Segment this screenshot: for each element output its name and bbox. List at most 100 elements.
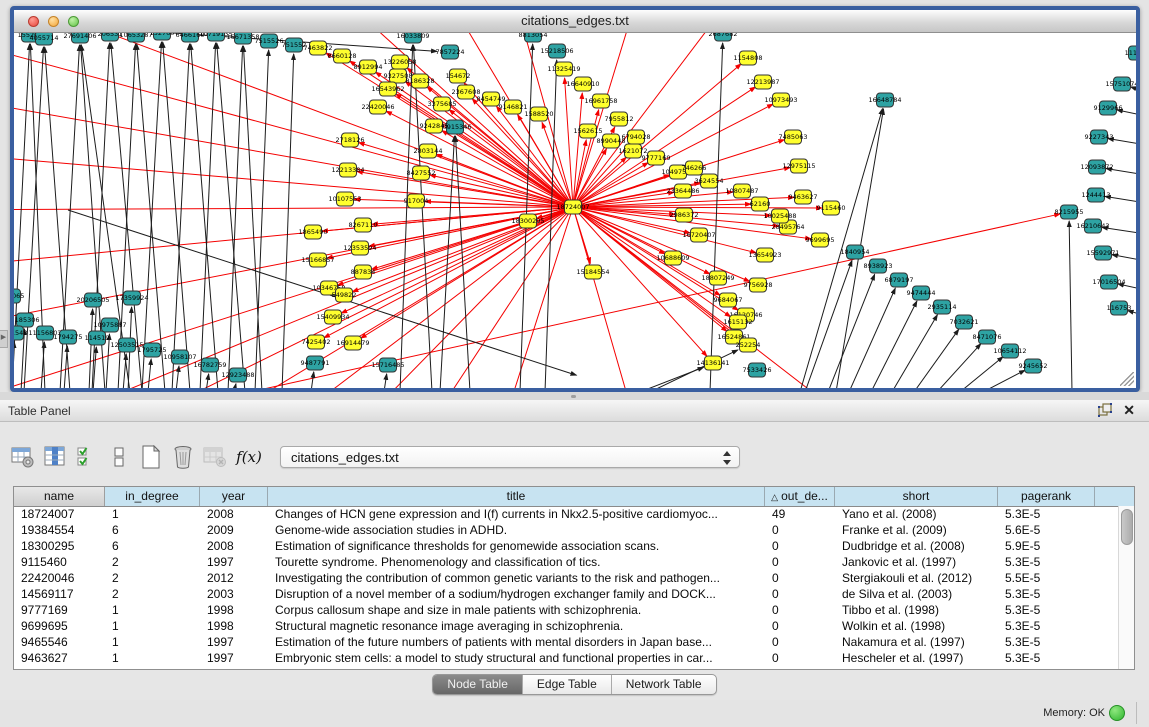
graph-node[interactable]: 7032621 [950, 315, 979, 329]
graph-node[interactable]: 16640910 [566, 77, 599, 91]
table-cell[interactable]: Hescheler et al. (1997) [835, 650, 998, 666]
graph-node[interactable]: 11325419 [547, 62, 580, 76]
table-cell[interactable]: Jankovic et al. (1997) [835, 554, 998, 570]
graph-node[interactable]: 8471076 [973, 330, 1002, 344]
table-cell[interactable]: 5.3E-5 [998, 506, 1095, 522]
table-cell[interactable]: 19384554 [14, 522, 105, 538]
table-cell[interactable]: Dudbridge et al. (2008) [835, 538, 998, 554]
table-cell[interactable]: 1997 [200, 650, 268, 666]
graph-node[interactable]: 16210643 [1076, 219, 1109, 233]
graph-node[interactable]: 2986372 [670, 208, 699, 222]
graph-node[interactable]: 16033809 [396, 33, 429, 43]
table-cell[interactable]: 0 [765, 618, 835, 634]
graph-node[interactable]: 10973493 [764, 93, 797, 107]
table-cell[interactable]: 6 [105, 538, 200, 554]
table-cell[interactable]: 9699695 [14, 618, 105, 634]
table-row[interactable]: 1872400712008Changes of HCN gene express… [14, 506, 1119, 522]
graph-node[interactable]: 1794275 [54, 330, 83, 344]
graph-node[interactable]: 2718126 [336, 133, 365, 147]
graph-node[interactable]: 17359924 [115, 291, 148, 305]
graph-node[interactable]: 15184554 [576, 265, 609, 279]
table-cell[interactable]: 6 [105, 522, 200, 538]
table-cell[interactable]: 2 [105, 570, 200, 586]
table-cell[interactable]: Wolkin et al. (1998) [835, 618, 998, 634]
table-cell[interactable]: 0 [765, 570, 835, 586]
split-handle[interactable] [0, 392, 1149, 400]
table-cell[interactable]: 5.9E-5 [998, 538, 1095, 554]
graph-node[interactable]: 16648784 [868, 93, 901, 107]
table-row[interactable]: 977716911998Corpus callosum shape and si… [14, 602, 1119, 618]
table-cell[interactable]: de Silva et al. (2003) [835, 586, 998, 602]
graph-node[interactable]: 9756928 [744, 278, 773, 292]
table-cell[interactable]: Structural magnetic resonance image aver… [268, 618, 765, 634]
table-row[interactable]: 946362711997Embryonic stem cells: a mode… [14, 650, 1119, 666]
table-cell[interactable]: 1998 [200, 618, 268, 634]
graph-node[interactable]: 2935114 [928, 300, 957, 314]
graph-node[interactable]: 154672 [446, 69, 471, 83]
graph-node[interactable]: 12975115 [782, 159, 815, 173]
table-cell[interactable]: 0 [765, 602, 835, 618]
graph-node[interactable]: 746266 [682, 161, 707, 175]
table-cell[interactable]: 0 [765, 586, 835, 602]
graph-node[interactable]: 10653287 [119, 33, 152, 42]
table-cell[interactable]: 9463627 [14, 650, 105, 666]
table-row[interactable]: 946554611997Estimation of the future num… [14, 634, 1119, 650]
graph-node[interactable]: 12213987 [746, 75, 779, 89]
graph-node[interactable]: 12093872 [1080, 160, 1113, 174]
table-cell[interactable]: 9465546 [14, 634, 105, 650]
graph-node[interactable]: 7857224 [436, 45, 465, 59]
delete-columns-button[interactable] [170, 444, 196, 470]
table-selector-dropdown[interactable]: citations_edges.txt [280, 446, 740, 468]
column-header-pagerank[interactable]: pagerank [998, 487, 1095, 506]
table-cell[interactable]: Investigating the contribution of common… [268, 570, 765, 586]
graph-node[interactable]: 391548 [14, 326, 27, 340]
graph-node[interactable]: 152760 [150, 33, 175, 40]
graph-node[interactable]: 262065 [14, 289, 24, 303]
table-cell[interactable]: 0 [765, 522, 835, 538]
graph-node[interactable]: 6879197 [885, 273, 914, 287]
table-cell[interactable]: 2009 [200, 522, 268, 538]
table-cell[interactable]: 0 [765, 634, 835, 650]
graph-node[interactable]: 1865490 [299, 225, 328, 239]
table-mode-button[interactable] [10, 444, 36, 470]
table-row[interactable]: 1938455462009Genome-wide association stu… [14, 522, 1119, 538]
graph-node[interactable]: 10958107 [163, 350, 196, 364]
table-cell[interactable]: 0 [765, 650, 835, 666]
graph-node[interactable]: 114519 [85, 331, 110, 345]
table-cell[interactable]: 2008 [200, 506, 268, 522]
table-row[interactable]: 2242004622012Investigating the contribut… [14, 570, 1119, 586]
table-cell[interactable]: Estimation of the future numbers of pati… [268, 634, 765, 650]
table-cell[interactable]: 5.3E-5 [998, 650, 1095, 666]
graph-node[interactable]: 27691406 [63, 33, 96, 43]
table-cell[interactable]: 18724007 [14, 506, 105, 522]
table-cell[interactable]: 5.3E-5 [998, 634, 1095, 650]
table-cell[interactable]: 1 [105, 618, 200, 634]
table-cell[interactable]: 18300295 [14, 538, 105, 554]
table-cell[interactable]: 5.6E-5 [998, 522, 1095, 538]
graph-node[interactable]: 9474444 [907, 286, 936, 300]
graph-node[interactable]: 15166857 [301, 253, 334, 267]
table-cell[interactable]: 1997 [200, 554, 268, 570]
graph-node[interactable]: 9777169 [642, 151, 671, 165]
graph-node[interactable]: 2687682 [709, 33, 738, 41]
table-cell[interactable]: 2008 [200, 538, 268, 554]
table-row[interactable]: 1456911722003Disruption of a novel membe… [14, 586, 1119, 602]
table-row[interactable]: 911546021997Tourette syndrome. Phenomeno… [14, 554, 1119, 570]
graph-node[interactable]: 16961758 [584, 94, 617, 108]
graph-node[interactable]: 22420046 [361, 100, 394, 114]
float-window-icon[interactable] [1098, 403, 1113, 418]
graph-node[interactable]: 16782759 [193, 358, 226, 372]
graph-node[interactable]: 2803144 [414, 144, 443, 158]
graph-node[interactable]: 9146821 [499, 100, 528, 114]
table-cell[interactable]: 2012 [200, 570, 268, 586]
graph-node[interactable]: 9463627 [789, 190, 818, 204]
table-cell[interactable]: 5.3E-5 [998, 554, 1095, 570]
graph-node[interactable]: 9699695 [806, 233, 835, 247]
table-cell[interactable]: Stergiakouli et al. (2012) [835, 570, 998, 586]
graph-node[interactable]: 10107553 [328, 192, 361, 206]
graph-node[interactable]: 15409934 [316, 310, 349, 324]
graph-node[interactable]: 9129966 [1094, 101, 1123, 115]
close-panel-icon[interactable]: ✕ [1123, 402, 1135, 419]
table-cell[interactable]: 5.3E-5 [998, 586, 1095, 602]
graph-node[interactable]: 1154808 [734, 51, 763, 65]
